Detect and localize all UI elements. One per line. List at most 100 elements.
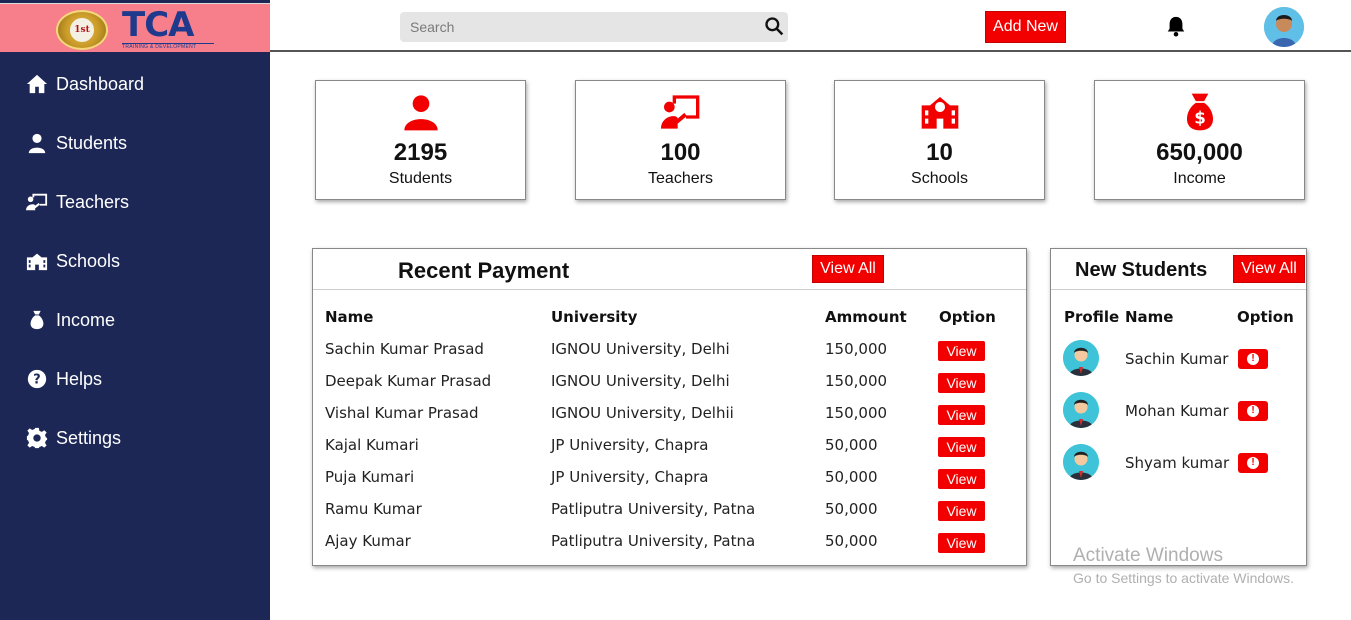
- new-students-panel: New Students View All Profile Name Optio…: [1050, 248, 1307, 566]
- cell-university: Patliputra University, Patna: [551, 500, 756, 518]
- stat-card-income[interactable]: $ 650,000 Income: [1094, 80, 1305, 200]
- student-avatar[interactable]: [1063, 444, 1099, 480]
- stat-value: 100: [660, 139, 701, 166]
- sidebar-item-label: Income: [56, 309, 116, 330]
- sidebar: 1st TCA TRAINING & DEVELOPMENT Dashboard…: [0, 0, 270, 620]
- user-icon: [403, 95, 438, 131]
- activate-windows-subtitle: Go to Settings to activate Windows.: [1073, 570, 1294, 586]
- view-button[interactable]: View: [938, 437, 985, 457]
- student-name: Shyam kumar: [1125, 454, 1230, 472]
- view-button[interactable]: View: [938, 533, 985, 553]
- cell-amount: 150,000: [825, 340, 888, 358]
- sidebar-item-label: Settings: [56, 427, 122, 448]
- logo-bar: 1st TCA TRAINING & DEVELOPMENT: [0, 3, 270, 52]
- stat-label: Schools: [911, 170, 968, 187]
- alert-icon: !: [1247, 457, 1259, 469]
- cell-name: Deepak Kumar Prasad: [325, 372, 492, 390]
- column-header-option: Option: [1237, 308, 1294, 326]
- cell-name: Ramu Kumar: [325, 500, 422, 518]
- alert-icon: !: [1247, 353, 1259, 365]
- cell-university: IGNOU University, Delhii: [551, 404, 734, 422]
- sidebar-item-schools[interactable]: Schools: [26, 247, 120, 275]
- person-avatar-icon: [1063, 392, 1099, 428]
- column-header-university: University: [551, 308, 638, 326]
- cell-university: JP University, Chapra: [551, 468, 709, 486]
- gear-icon: [26, 427, 48, 449]
- alert-icon: !: [1247, 405, 1259, 417]
- sidebar-item-teachers[interactable]: Teachers: [26, 188, 129, 216]
- cell-amount: 50,000: [825, 532, 878, 550]
- student-name: Mohan Kumar: [1125, 402, 1229, 420]
- stat-value: 2195: [393, 139, 448, 166]
- brand-tagline: TRAINING & DEVELOPMENT: [122, 43, 214, 51]
- view-button[interactable]: View: [938, 501, 985, 521]
- sidebar-item-label: Dashboard: [56, 73, 145, 94]
- alert-button[interactable]: !: [1238, 453, 1268, 473]
- activate-windows-title: Activate Windows: [1073, 545, 1223, 566]
- view-all-payments-button[interactable]: View All: [812, 255, 884, 283]
- home-icon: [26, 74, 48, 94]
- brand-logo[interactable]: TCA: [122, 7, 194, 43]
- student-name: Sachin Kumar: [1125, 350, 1229, 368]
- sidebar-item-label: Helps: [56, 368, 103, 389]
- svg-text:$: $: [1194, 109, 1206, 128]
- stat-label: Students: [388, 170, 453, 187]
- stat-card-students[interactable]: 2195 Students: [315, 80, 526, 200]
- view-button[interactable]: View: [938, 405, 985, 425]
- search-icon[interactable]: [764, 16, 784, 36]
- sidebar-item-dashboard[interactable]: Dashboard: [26, 70, 144, 98]
- cell-amount: 50,000: [825, 436, 878, 454]
- search-input[interactable]: [400, 12, 740, 42]
- alert-button[interactable]: !: [1238, 401, 1268, 421]
- medal-text: 1st: [70, 18, 94, 42]
- column-header-name: Name: [1125, 308, 1174, 326]
- column-header-profile: Profile: [1064, 308, 1120, 326]
- school-icon: [921, 97, 958, 129]
- view-button[interactable]: View: [938, 373, 985, 393]
- sidebar-item-label: Students: [56, 132, 128, 153]
- column-header-name: Name: [325, 308, 374, 326]
- cell-amount: 50,000: [825, 468, 878, 486]
- person-avatar-icon: [1063, 444, 1099, 480]
- sidebar-item-settings[interactable]: Settings: [26, 424, 121, 452]
- stat-card-teachers[interactable]: 100 Teachers: [575, 80, 786, 200]
- alert-button[interactable]: !: [1238, 349, 1268, 369]
- add-new-button[interactable]: Add New: [985, 11, 1066, 43]
- money-bag-icon: [30, 310, 44, 330]
- bell-icon[interactable]: [1165, 15, 1187, 37]
- sidebar-item-students[interactable]: Students: [26, 129, 127, 157]
- column-header-option: Option: [939, 308, 996, 326]
- svg-text:?: ?: [33, 373, 40, 388]
- cell-university: IGNOU University, Delhi: [551, 340, 730, 358]
- divider: [1051, 289, 1306, 290]
- stat-label: Income: [1173, 170, 1226, 187]
- cell-name: Ajay Kumar: [325, 532, 411, 550]
- user-avatar[interactable]: [1264, 7, 1304, 47]
- stat-label: Teachers: [648, 170, 713, 187]
- person-avatar-icon: [1063, 340, 1099, 376]
- stat-card-schools[interactable]: 10 Schools: [834, 80, 1045, 200]
- view-button[interactable]: View: [938, 469, 985, 489]
- recent-payment-panel: Recent Payment View All Name University …: [312, 248, 1027, 566]
- chalkboard-teacher-icon: [26, 193, 48, 211]
- sidebar-item-label: Teachers: [56, 191, 130, 212]
- chalkboard-teacher-icon: [660, 95, 699, 129]
- cell-name: Sachin Kumar Prasad: [325, 340, 484, 358]
- cell-university: JP University, Chapra: [551, 436, 709, 454]
- sidebar-item-helps[interactable]: ? Helps: [26, 365, 102, 393]
- cell-name: Vishal Kumar Prasad: [325, 404, 479, 422]
- view-button[interactable]: View: [938, 341, 985, 361]
- sidebar-item-income[interactable]: Income: [26, 306, 115, 334]
- cell-name: Puja Kumari: [325, 468, 415, 486]
- stat-value: 10: [926, 139, 953, 166]
- column-header-amount: Ammount: [825, 308, 907, 326]
- person-photo-icon: [1264, 7, 1304, 47]
- view-all-students-button[interactable]: View All: [1233, 255, 1305, 283]
- user-icon: [28, 133, 46, 154]
- school-icon: [26, 253, 48, 271]
- cell-amount: 50,000: [825, 500, 878, 518]
- student-avatar[interactable]: [1063, 340, 1099, 376]
- medal-logo-icon: 1st: [56, 10, 108, 50]
- student-avatar[interactable]: [1063, 392, 1099, 428]
- search-bar[interactable]: [400, 12, 788, 42]
